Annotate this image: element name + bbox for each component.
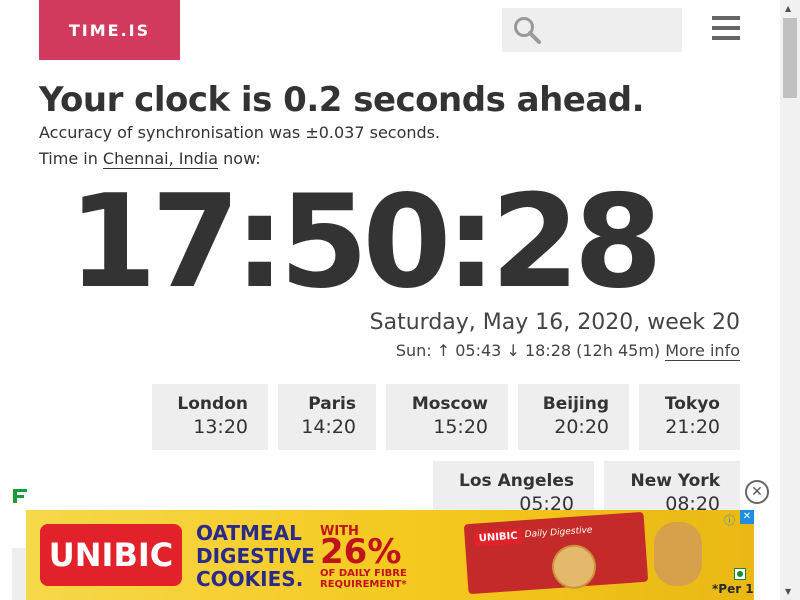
city-tile-paris[interactable]: Paris 14:20 bbox=[278, 384, 376, 450]
time-in-location: Time in Chennai, India now: bbox=[39, 149, 261, 169]
site-logo[interactable]: TIME.IS bbox=[39, 0, 180, 60]
location-link[interactable]: Chennai, India bbox=[102, 149, 219, 169]
hamburger-icon bbox=[712, 36, 740, 40]
advertisement-banner[interactable]: UNIBIC OATMEAL DIGESTIVE COOKIES. WITH 2… bbox=[26, 510, 754, 600]
feedback-icon[interactable] bbox=[10, 486, 30, 506]
search-input[interactable] bbox=[550, 15, 680, 45]
city-time: 20:20 bbox=[554, 416, 609, 438]
sync-headline: Your clock is 0.2 seconds ahead. bbox=[39, 80, 645, 120]
menu-button[interactable] bbox=[712, 16, 740, 42]
scrollbar-thumb[interactable] bbox=[783, 18, 797, 98]
city-name: Moscow bbox=[411, 394, 488, 414]
ad-fibre-text: OF DAILY FIBRE REQUIREMENT* bbox=[320, 568, 407, 590]
biscuit-image bbox=[550, 543, 598, 591]
veg-mark-icon bbox=[734, 568, 746, 580]
sun-info: Sun: ↑ 05:43 ↓ 18:28 (12h 45m) More info bbox=[395, 341, 740, 361]
scroll-up-icon[interactable]: ▲ bbox=[785, 4, 791, 13]
more-info-link[interactable]: More info bbox=[665, 341, 740, 361]
time-in-prefix: Time in bbox=[39, 149, 103, 168]
city-name: Tokyo bbox=[664, 394, 720, 414]
city-time: 21:20 bbox=[665, 416, 720, 438]
sun-times: Sun: ↑ 05:43 ↓ 18:28 (12h 45m) bbox=[395, 341, 666, 360]
page-scrollbar[interactable]: ▲ ▼ bbox=[780, 0, 800, 600]
city-name: Beijing bbox=[542, 394, 609, 414]
city-tile-los-angeles[interactable]: Los Angeles 05:20 bbox=[433, 461, 594, 515]
side-panel bbox=[12, 548, 26, 600]
city-tile-london[interactable]: London 13:20 bbox=[152, 384, 268, 450]
time-in-suffix: now: bbox=[218, 149, 261, 168]
ad-weight-note: *Per 100g bbox=[712, 582, 754, 596]
city-tile-new-york[interactable]: New York 08:20 bbox=[604, 461, 740, 515]
pack-subtitle: Daily Digestive bbox=[524, 525, 593, 541]
ad-percent: 26% bbox=[320, 532, 402, 572]
city-tile-tokyo[interactable]: Tokyo 21:20 bbox=[639, 384, 740, 450]
city-time: 13:20 bbox=[193, 416, 248, 438]
city-name: New York bbox=[630, 471, 721, 491]
ad-info-icon[interactable]: ⓘ bbox=[724, 512, 735, 528]
city-tile-moscow[interactable]: Moscow 15:20 bbox=[386, 384, 508, 450]
current-date: Saturday, May 16, 2020, week 20 bbox=[369, 310, 740, 335]
hamburger-icon bbox=[712, 26, 740, 30]
city-name: Los Angeles bbox=[459, 471, 574, 491]
ad-product-name: OATMEAL DIGESTIVE COOKIES. bbox=[196, 521, 315, 591]
city-time: 14:20 bbox=[301, 416, 356, 438]
close-icon[interactable]: ✕ bbox=[745, 480, 769, 504]
sync-accuracy: Accuracy of synchronisation was ±0.037 s… bbox=[39, 123, 441, 142]
city-tile-beijing[interactable]: Beijing 20:20 bbox=[518, 384, 629, 450]
hamburger-icon bbox=[712, 16, 740, 20]
ad-mascot bbox=[654, 522, 702, 586]
ad-close-icon[interactable]: ✕ bbox=[740, 510, 754, 524]
ad-brand-logo: UNIBIC bbox=[40, 524, 182, 586]
city-name: London bbox=[177, 394, 248, 414]
scroll-down-icon[interactable]: ▼ bbox=[785, 587, 791, 596]
search-icon bbox=[514, 17, 541, 44]
city-name: Paris bbox=[308, 394, 356, 414]
ad-product-pack: UNIBIC Daily Digestive bbox=[463, 511, 649, 595]
main-clock: 17:50:28 bbox=[68, 168, 663, 317]
search-box[interactable] bbox=[502, 8, 682, 52]
pack-brand: UNIBIC bbox=[474, 528, 523, 547]
city-time: 15:20 bbox=[433, 416, 488, 438]
